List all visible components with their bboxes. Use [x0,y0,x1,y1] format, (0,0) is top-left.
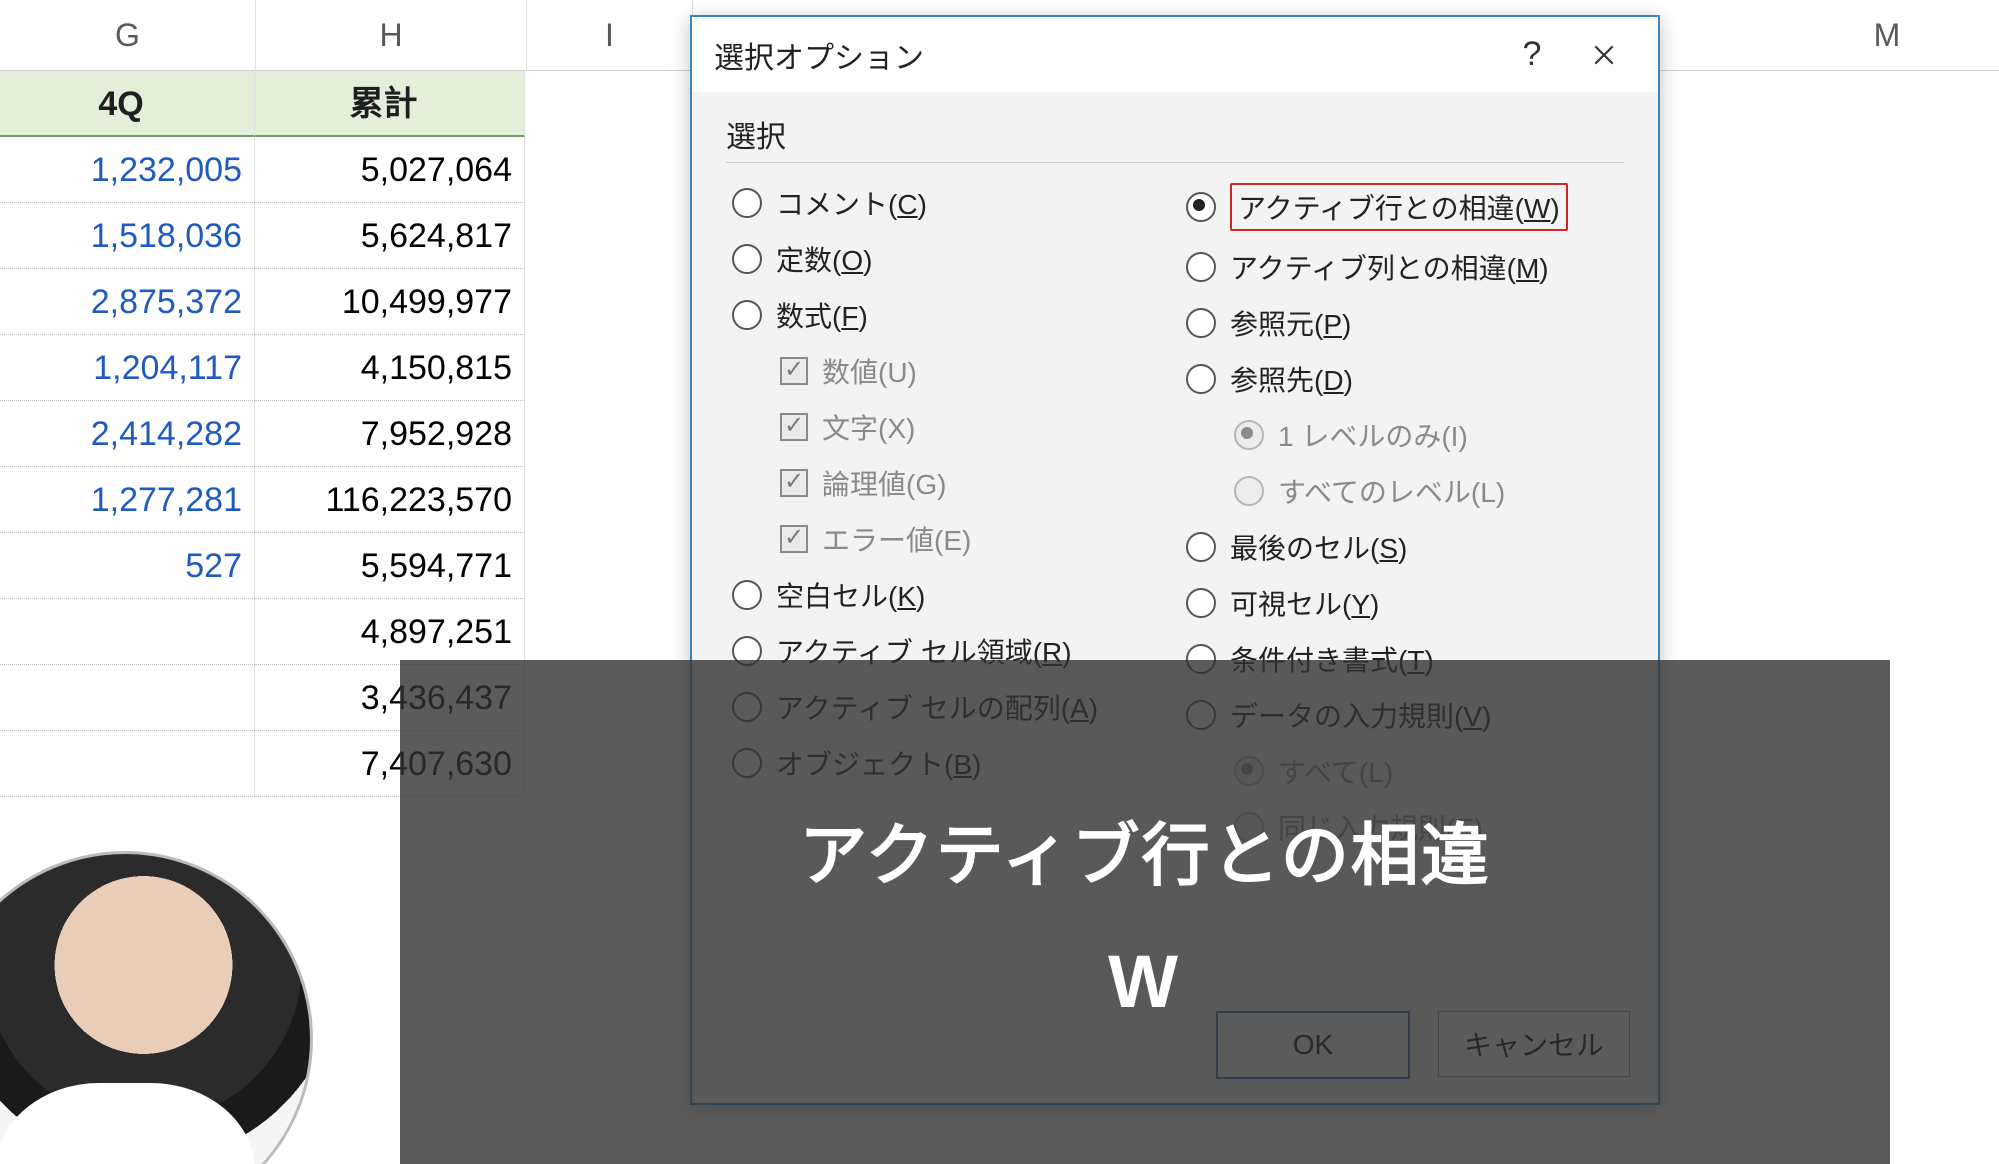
dialog-title: 選択オプション [714,33,1496,77]
option-numbers: 数値(U) [726,351,1170,391]
radio-icon [732,580,762,610]
option-blanks[interactable]: 空白セル(K) [726,575,1170,615]
col-header-m[interactable]: M [1772,0,1999,70]
cell-h-4[interactable]: 4,150,815 [255,335,525,401]
radio-icon [1186,192,1216,222]
checkbox-icon [780,469,808,497]
dialog-titlebar[interactable]: 選択オプション ? [692,17,1658,92]
cell-g-1[interactable]: 1,232,005 [0,137,255,203]
cell-g-3[interactable]: 2,875,372 [0,269,255,335]
radio-icon [1234,420,1264,450]
option-precedents[interactable]: 参照元(P) [1180,303,1624,343]
col-header-i[interactable]: I [527,0,693,70]
cell-g-5[interactable]: 2,414,282 [0,401,255,467]
cell-g-8[interactable] [0,599,255,665]
cell-g-9[interactable] [0,665,255,731]
cell-h-6[interactable]: 116,223,570 [255,467,525,533]
header-4q[interactable]: 4Q [0,71,255,137]
radio-icon [732,188,762,218]
radio-icon [1186,532,1216,562]
radio-icon [1186,252,1216,282]
checkbox-icon [780,357,808,385]
option-errors: エラー値(E) [726,519,1170,559]
radio-icon [732,244,762,274]
option-logical: 論理値(G) [726,463,1170,503]
help-button[interactable]: ? [1496,25,1568,85]
cell-g-7[interactable]: 527 [0,533,255,599]
option-row-differences[interactable]: アクティブ行との相違(W) [1180,183,1624,231]
option-dependents[interactable]: 参照先(D) [1180,359,1624,399]
close-button[interactable] [1568,25,1640,85]
cell-h-8[interactable]: 4,897,251 [255,599,525,665]
option-constants[interactable]: 定数(O) [726,239,1170,279]
cell-g-4[interactable]: 1,204,117 [0,335,255,401]
cell-h-7[interactable]: 5,594,771 [255,533,525,599]
cell-g-2[interactable]: 1,518,036 [0,203,255,269]
cell-h-1[interactable]: 5,027,064 [255,137,525,203]
option-column-differences[interactable]: アクティブ列との相違(M) [1180,247,1624,287]
option-all-levels: すべてのレベル(L) [1180,471,1624,511]
cell-g-6[interactable]: 1,277,281 [0,467,255,533]
section-label-select: 選択 [726,112,1624,163]
option-one-level: 1 レベルのみ(I) [1180,415,1624,455]
radio-icon [1186,364,1216,394]
option-comments[interactable]: コメント(C) [726,183,1170,223]
highlight-box: アクティブ行との相違(W) [1230,183,1568,231]
cell-g-10[interactable] [0,731,255,797]
caption-line-1: アクティブ行との相違 [799,800,1491,899]
option-last-cell[interactable]: 最後のセル(S) [1180,527,1624,567]
checkbox-icon [780,413,808,441]
header-total[interactable]: 累計 [255,71,525,137]
option-formulas[interactable]: 数式(F) [726,295,1170,335]
cell-h-5[interactable]: 7,952,928 [255,401,525,467]
col-header-h[interactable]: H [256,0,527,70]
radio-icon [732,300,762,330]
caption-overlay: アクティブ行との相違 W [400,660,1890,1164]
option-visible-cells[interactable]: 可視セル(Y) [1180,583,1624,623]
cell-h-3[interactable]: 10,499,977 [255,269,525,335]
col-header-g[interactable]: G [0,0,256,70]
radio-icon [1234,476,1264,506]
caption-line-2: W [1108,939,1182,1024]
radio-icon [1186,588,1216,618]
radio-icon [1186,308,1216,338]
avatar-collar [119,1120,131,1164]
checkbox-icon [780,525,808,553]
cell-h-2[interactable]: 5,624,817 [255,203,525,269]
option-text: 文字(X) [726,407,1170,447]
close-icon [1591,42,1617,68]
